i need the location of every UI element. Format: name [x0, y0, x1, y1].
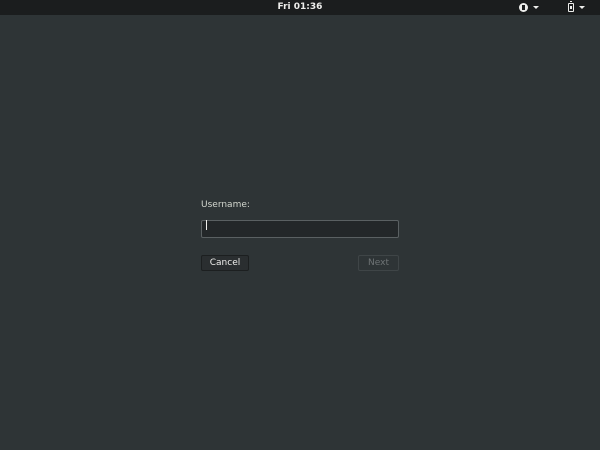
username-field-wrap: [201, 216, 399, 238]
next-button[interactable]: Next: [358, 255, 399, 271]
clock-label[interactable]: Fri 01:36: [278, 2, 323, 12]
text-cursor: [206, 220, 207, 230]
chevron-down-icon: [533, 6, 539, 9]
chevron-down-icon: [579, 6, 585, 9]
clock[interactable]: Fri 01:36: [0, 0, 600, 15]
accessibility-menu[interactable]: [519, 0, 549, 15]
system-menu[interactable]: [568, 0, 596, 15]
top-bar: Fri 01:36: [0, 0, 600, 15]
cancel-button[interactable]: Cancel: [201, 255, 249, 271]
login-screen: Fri 01:36 Username: Cancel Next: [0, 0, 600, 450]
battery-icon: [568, 1, 574, 12]
accessibility-icon: [519, 3, 528, 12]
form-buttons: Cancel Next: [201, 255, 399, 271]
username-input[interactable]: [201, 220, 399, 238]
login-form: Username: Cancel Next: [201, 198, 399, 271]
username-label: Username:: [201, 200, 250, 210]
